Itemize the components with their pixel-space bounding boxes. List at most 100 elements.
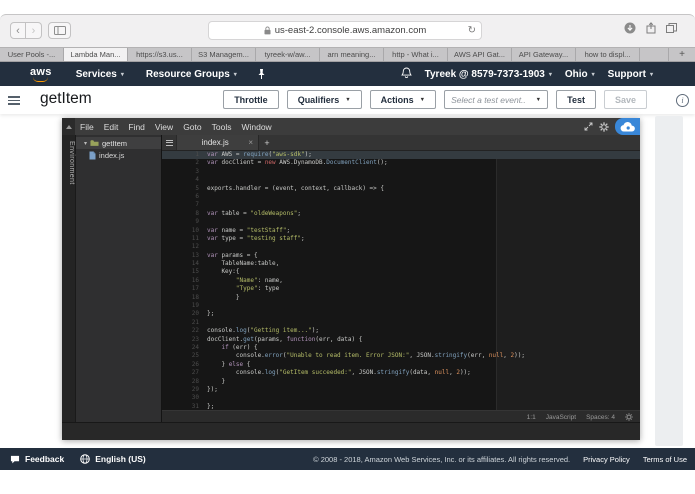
editor-menu-goto[interactable]: Goto — [178, 122, 206, 132]
sidebar-icon — [53, 26, 66, 35]
browser-tab-aws-api-gat[interactable]: AWS API Gat... — [448, 48, 512, 61]
browser-tab-lambda-man[interactable]: Lambda Man... — [64, 48, 128, 61]
browser-tab-https-s3-us[interactable]: https://s3.us... — [128, 48, 192, 61]
browser-tab-tyreek-w-aw[interactable]: tyreek-w/aw... — [256, 48, 320, 61]
line-number: 20 — [191, 310, 199, 318]
browser-tab-arn-meaning[interactable]: arn meaning... — [320, 48, 384, 61]
editor-menu-tools[interactable]: Tools — [207, 122, 237, 132]
line-number: 9 — [195, 218, 199, 226]
editor-main: index.js × + 1 var AWS = require("aws-sdk… — [162, 135, 640, 423]
browser-tab-api-gateway[interactable]: API Gateway... — [512, 48, 576, 61]
refresh-icon[interactable]: ↻ — [468, 25, 476, 36]
menubar-collapse-icon[interactable] — [62, 118, 75, 135]
editor-menu-edit[interactable]: Edit — [99, 122, 124, 132]
button-label: Qualifiers — [297, 94, 340, 105]
new-browser-tab-button[interactable]: + — [669, 48, 695, 61]
console-menu-hamburger-icon[interactable] — [8, 96, 20, 107]
line-number: 16 — [191, 276, 199, 284]
open-files-list-icon[interactable] — [162, 135, 177, 150]
js-file-icon — [89, 151, 96, 159]
language-selector[interactable]: English (US) — [80, 454, 146, 464]
editor-menu-file[interactable]: File — [75, 122, 99, 132]
editor-menubar: File Edit Find View Goto Tools Window — [62, 118, 640, 135]
line-number: 19 — [191, 302, 199, 310]
sidebar-toggle-button[interactable] — [48, 22, 71, 39]
code-text: }); — [207, 385, 218, 393]
code-line: 3 — [162, 168, 640, 176]
line-number: 26 — [191, 360, 199, 368]
code-text: if (err) { — [221, 343, 258, 351]
nav-menu-resource-groups[interactable]: Resource Groups ▾ — [146, 69, 237, 80]
tree-file-indexjs[interactable]: index.js — [76, 149, 161, 161]
close-icon[interactable]: × — [248, 138, 253, 147]
indentation-setting[interactable]: Spaces: 4 — [586, 414, 615, 421]
new-editor-tab-button[interactable]: + — [259, 135, 275, 150]
code-line: 29}); — [162, 386, 640, 394]
language-mode[interactable]: JavaScript — [546, 414, 576, 421]
region-label: Ohio — [564, 68, 588, 80]
code-text: var docClient = new AWS.DynamoDB.Documen… — [207, 159, 388, 167]
notifications-bell-icon[interactable] — [400, 67, 412, 82]
status-gear-icon[interactable] — [625, 413, 633, 421]
chevron-down-icon: ▾ — [233, 71, 237, 78]
actions-button[interactable]: Actions ▼ — [369, 90, 437, 109]
preferences-gear-icon[interactable] — [599, 121, 609, 132]
test-button[interactable]: Test — [556, 90, 596, 109]
editor-tab-indexjs[interactable]: index.js × — [177, 135, 259, 150]
page-scroll-area — [655, 116, 683, 446]
editor-menu-window[interactable]: Window — [236, 122, 276, 132]
cloud-icon — [620, 121, 635, 132]
feedback-link[interactable]: Feedback — [10, 454, 64, 464]
tabs-overview-button[interactable] — [666, 23, 677, 33]
account-menu[interactable]: Tyreek @ 8579-7373-1903 ▾ — [425, 69, 552, 80]
browser-tab-how-to-displ[interactable]: how to displ... — [576, 48, 640, 61]
editor-menu-find[interactable]: Find — [123, 122, 150, 132]
browser-tab-strip: User Pools -... Lambda Man... https://s3.u… — [0, 48, 695, 62]
forward-button[interactable]: › — [26, 22, 42, 39]
fullscreen-icon[interactable] — [584, 122, 593, 131]
code-line: 22 console.log("Getting item..."); — [162, 327, 640, 335]
address-bar[interactable]: us-east-2.console.aws.amazon.com ↻ — [208, 21, 482, 40]
code-line: 15 Key:{ — [162, 268, 640, 276]
browser-tab-user-pools[interactable]: User Pools -... — [0, 48, 64, 61]
tab-strip-filler — [640, 48, 669, 61]
code-line: 19 — [162, 302, 640, 310]
line-number: 15 — [191, 268, 199, 276]
caret-down-icon: ▼ — [419, 96, 426, 103]
cloud9-logo[interactable] — [615, 118, 640, 135]
language-label: English (US) — [95, 454, 146, 464]
nav-menu-services[interactable]: Services ▾ — [76, 69, 124, 80]
support-menu[interactable]: Support ▾ — [608, 69, 653, 80]
back-button[interactable]: ‹ — [10, 22, 26, 39]
info-icon[interactable]: i — [676, 94, 689, 107]
region-menu[interactable]: Ohio ▾ — [565, 69, 595, 80]
toolbar-right-icons — [624, 22, 677, 34]
line-number: 1 — [195, 151, 199, 158]
aws-logo[interactable]: aws — [30, 66, 52, 82]
code-editor[interactable]: 1 var AWS = require("aws-sdk"); 2 var docCl… — [162, 151, 640, 410]
terms-of-use-link[interactable]: Terms of Use — [643, 455, 687, 464]
code-text: }; — [207, 310, 215, 318]
downloads-button[interactable] — [624, 22, 636, 34]
editor-menu-view[interactable]: View — [150, 122, 178, 132]
browser-tab-http-what-i[interactable]: http - What i... — [384, 48, 448, 61]
pushpin-icon[interactable] — [257, 68, 266, 80]
line-number: 14 — [191, 260, 199, 268]
browser-tab-s3-managem[interactable]: S3 Managem... — [192, 48, 256, 61]
test-event-select[interactable]: Select a test event.. ▼ — [444, 90, 549, 109]
cursor-position[interactable]: 1:1 — [527, 414, 536, 421]
file-name: index.js — [99, 150, 125, 160]
share-button[interactable] — [646, 22, 656, 34]
tree-folder-getitem[interactable]: ▾ getItem — [76, 137, 161, 149]
privacy-policy-link[interactable]: Privacy Policy — [583, 455, 630, 464]
collapsed-console-bar[interactable] — [62, 422, 640, 440]
qualifiers-button[interactable]: Qualifiers ▼ — [286, 90, 362, 109]
throttle-button[interactable]: Throttle — [223, 90, 279, 109]
environment-tab[interactable]: Environment — [62, 135, 76, 423]
nav-menu-label: Resource Groups — [145, 68, 230, 80]
save-button[interactable]: Save — [603, 90, 647, 109]
